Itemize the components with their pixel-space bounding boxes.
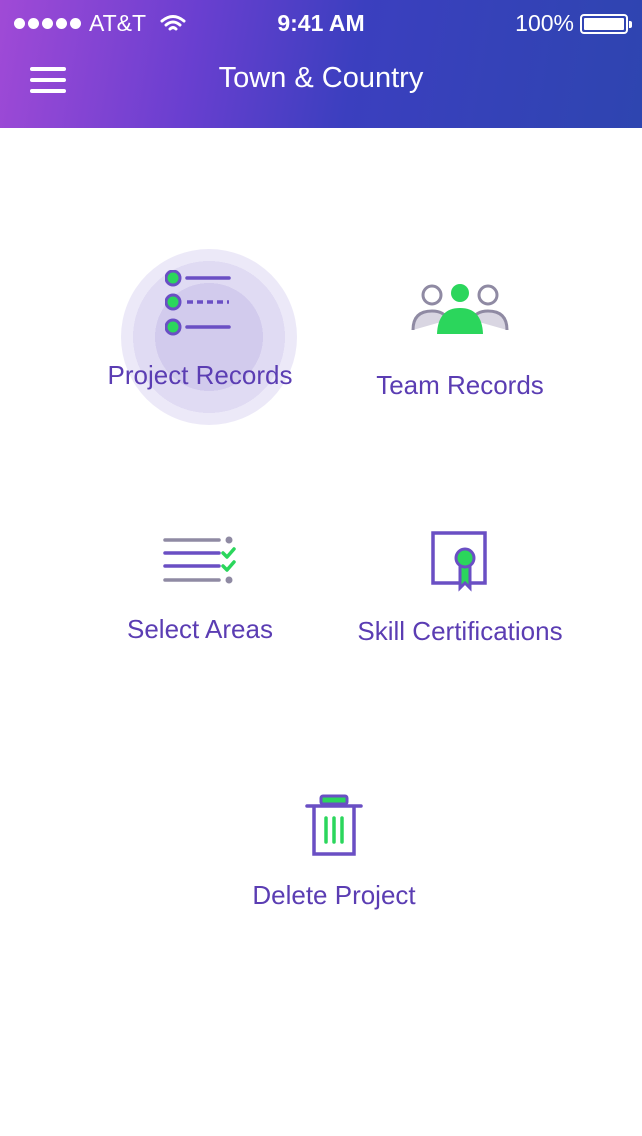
nav-bar: Town & Country — [0, 44, 642, 128]
delete-project-label: Delete Project — [252, 880, 416, 910]
page-title: Town & Country — [218, 62, 424, 94]
skill-certifications-label: Skill Certifications — [357, 616, 563, 646]
project-records-button[interactable]: Project Records — [80, 270, 320, 391]
delete-project-button[interactable]: Delete Project — [211, 794, 457, 911]
project-records-label: Project Records — [107, 360, 293, 390]
status-bar: AT&T 9:41 AM 100% — [0, 0, 642, 44]
certificate-icon — [431, 531, 487, 592]
battery-percent: 100% — [515, 10, 574, 36]
checklist-icon — [163, 536, 236, 584]
battery-icon — [580, 13, 632, 34]
app-header: AT&T 9:41 AM 100% Town & Country — [0, 0, 642, 128]
skill-certifications-button[interactable]: Skill Certifications — [330, 530, 590, 647]
team-records-button[interactable]: Team Records — [340, 282, 580, 401]
team-records-label: Team Records — [376, 370, 544, 400]
select-areas-button[interactable]: Select Areas — [80, 536, 320, 645]
status-right: 100% — [515, 10, 632, 37]
trash-icon — [305, 794, 363, 856]
list-records-icon — [165, 270, 231, 336]
team-people-icon — [411, 284, 509, 334]
select-areas-label: Select Areas — [127, 614, 273, 644]
